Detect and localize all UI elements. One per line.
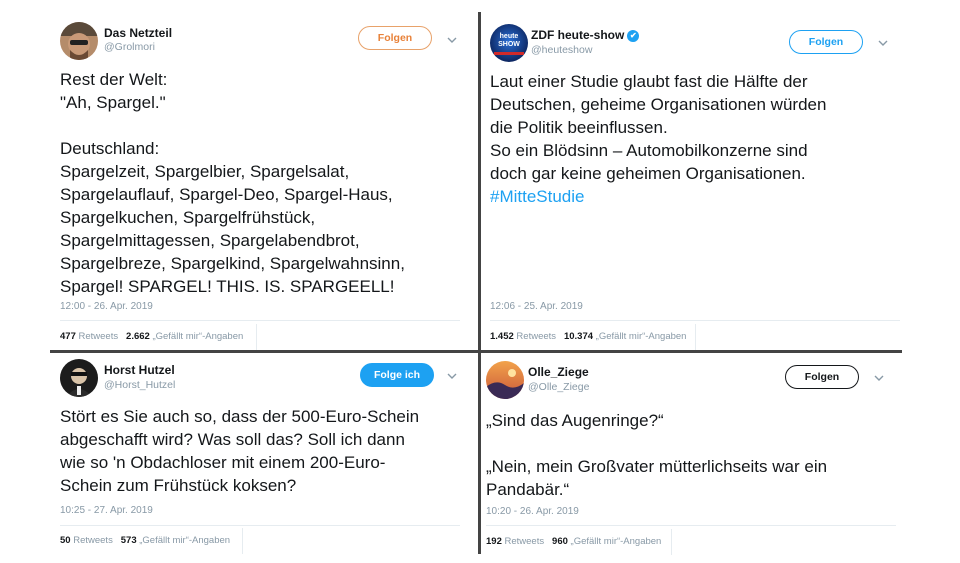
follow-button[interactable]: Folgen <box>789 30 863 54</box>
like-label: „Gefällt mir“-Angaben <box>570 536 662 547</box>
tweet-text: Stört es Sie auch so, dass der 500-Euro-… <box>60 407 420 495</box>
display-name[interactable]: Olle_Ziege <box>528 365 589 379</box>
avatar[interactable]: heute SHOW <box>490 24 528 62</box>
engagement-stats: 477 Retweets 2.662 „Gefällt mir“-Angaben <box>60 331 243 342</box>
stats-divider <box>60 525 460 526</box>
retweet-label: Retweets <box>73 535 113 546</box>
avatar-label: heute SHOW <box>498 33 520 48</box>
user-handle[interactable]: @heuteshow <box>531 44 592 56</box>
stats-divider <box>486 525 896 526</box>
user-handle[interactable]: @Grolmori <box>104 41 155 53</box>
tweet-text: Laut einer Studie glaubt fast die Hälfte… <box>490 72 827 183</box>
engagement-stats: 1.452 Retweets 10.374 „Gefällt mir“-Anga… <box>490 331 686 342</box>
verified-badge-icon: ✔ <box>627 30 640 42</box>
follow-button[interactable]: Folgen <box>785 365 859 389</box>
chevron-down-icon[interactable] <box>446 35 458 45</box>
stats-separator <box>671 529 672 555</box>
stats-divider <box>490 320 900 321</box>
timestamp[interactable]: 12:00 - 26. Apr. 2019 <box>60 301 153 312</box>
tweet-card: Olle_Ziege @Olle_Ziege Folgen „Sind das … <box>481 353 960 563</box>
like-count[interactable]: 960 <box>552 536 568 547</box>
display-name[interactable]: Das Netzteil <box>104 26 172 40</box>
user-handle[interactable]: @Olle_Ziege <box>528 381 589 393</box>
stats-divider <box>60 320 460 321</box>
tweet-text: Rest der Welt: "Ah, Spargel." Deutschlan… <box>60 70 405 296</box>
timestamp[interactable]: 12:06 - 25. Apr. 2019 <box>490 301 583 312</box>
engagement-stats: 192 Retweets 960 „Gefällt mir“-Angaben <box>486 536 661 547</box>
stats-separator <box>242 528 243 554</box>
like-label: „Gefällt mir“-Angaben <box>595 331 687 342</box>
tweet-card: heute SHOW ZDF heute-show ✔ @heuteshow Fo… <box>481 0 960 350</box>
tweet-text: „Sind das Augenringe?“ „Nein, mein Großv… <box>486 411 828 499</box>
avatar[interactable] <box>486 361 524 399</box>
retweet-label: Retweets <box>78 331 119 342</box>
retweet-count[interactable]: 50 <box>60 535 71 546</box>
follow-button[interactable]: Folgen <box>358 26 432 50</box>
retweet-count[interactable]: 192 <box>486 536 502 547</box>
avatar[interactable] <box>60 22 98 60</box>
retweet-count[interactable]: 1.452 <box>490 331 514 342</box>
following-button[interactable]: Folge ich <box>360 363 434 387</box>
avatar[interactable] <box>60 359 98 397</box>
like-count[interactable]: 573 <box>121 535 137 546</box>
display-name[interactable]: Horst Hutzel <box>104 363 175 377</box>
tweet-card: Horst Hutzel @Horst_Hutzel Folge ich Stö… <box>0 353 478 563</box>
user-handle[interactable]: @Horst_Hutzel <box>104 379 175 391</box>
hashtag-link[interactable]: #MitteStudie <box>490 185 585 208</box>
like-count[interactable]: 2.662 <box>126 331 150 342</box>
like-count[interactable]: 10.374 <box>564 331 593 342</box>
retweet-count[interactable]: 477 <box>60 331 76 342</box>
chevron-down-icon[interactable] <box>446 371 458 381</box>
chevron-down-icon[interactable] <box>873 373 885 383</box>
like-label: „Gefällt mir“-Angaben <box>139 535 231 546</box>
engagement-stats: 50 Retweets 573 „Gefällt mir“-Angaben <box>60 535 230 546</box>
retweet-label: Retweets <box>504 536 545 547</box>
display-name[interactable]: ZDF heute-show ✔ <box>531 28 640 42</box>
retweet-label: Retweets <box>516 331 557 342</box>
like-label: „Gefällt mir“-Angaben <box>152 331 244 342</box>
chevron-down-icon[interactable] <box>877 38 889 48</box>
tweet-card: Das Netzteil @Grolmori Folgen Rest der W… <box>0 0 478 350</box>
timestamp[interactable]: 10:20 - 26. Apr. 2019 <box>486 506 579 517</box>
timestamp[interactable]: 10:25 - 27. Apr. 2019 <box>60 505 153 516</box>
stats-separator <box>256 324 257 350</box>
display-name-text: ZDF heute-show <box>531 28 625 42</box>
stats-separator <box>695 324 696 350</box>
